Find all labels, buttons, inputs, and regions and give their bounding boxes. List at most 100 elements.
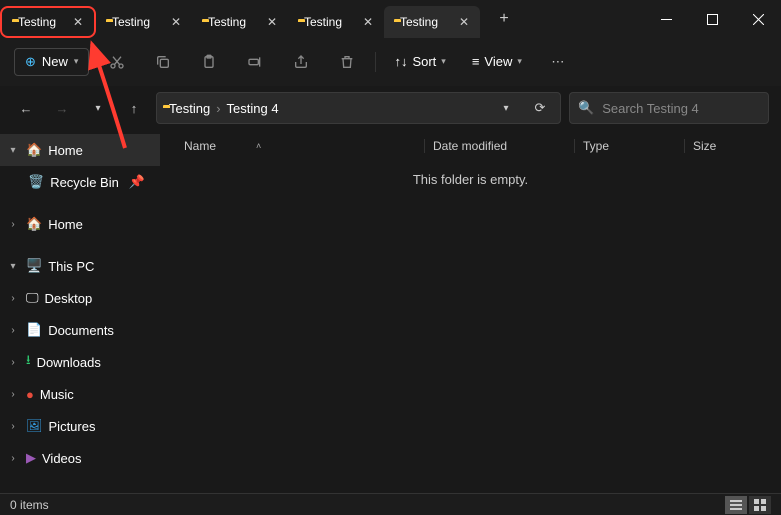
column-headers: Name ˄ Date modified Type Size — [160, 130, 781, 162]
sidebar-item-thispc[interactable]: ▾ 🖥️ This PC — [0, 250, 160, 282]
recycle-icon: 🗑️ — [28, 174, 44, 190]
sidebar-item-label: Home — [48, 143, 83, 158]
tab-5[interactable]: Testing ✕ — [384, 6, 480, 38]
empty-message: This folder is empty. — [160, 172, 781, 187]
col-size[interactable]: Size — [684, 139, 726, 153]
minimize-button[interactable] — [643, 3, 689, 35]
maximize-button[interactable] — [689, 3, 735, 35]
recent-button[interactable]: ▾ — [84, 94, 112, 122]
plus-icon: ⊕ — [25, 54, 36, 70]
address-dropdown[interactable]: ▾ — [492, 103, 520, 114]
sidebar-item-desktop[interactable]: › 🖵 Desktop — [0, 282, 160, 314]
tab-label: Testing — [400, 15, 450, 29]
view-label: View — [484, 54, 512, 69]
tab-label: Testing — [208, 15, 258, 29]
col-label: Size — [693, 139, 716, 153]
close-icon[interactable]: ✕ — [168, 14, 184, 30]
chevron-right-icon: › — [6, 453, 20, 464]
tab-4[interactable]: Testing ✕ — [288, 6, 384, 38]
sidebar-item-music[interactable]: › ● Music — [0, 378, 160, 410]
sidebar-item-pictures[interactable]: › 🖼 Pictures — [0, 410, 160, 442]
chevron-right-icon: › — [6, 325, 20, 336]
view-icon: ≡ — [472, 54, 480, 69]
home-icon: 🏠 — [26, 142, 42, 158]
toolbar: ⊕ New ▾ ↑↓ Sort ▾ ≡ View ▾ ⋯ — [0, 38, 781, 86]
sidebar-item-downloads[interactable]: › ⭳ Downloads — [0, 346, 160, 378]
forward-button[interactable]: → — [48, 94, 76, 122]
content-area: Name ˄ Date modified Type Size This fold… — [160, 130, 781, 493]
search-icon: 🔍 — [578, 100, 594, 116]
tab-strip: Testing ✕ Testing ✕ Testing ✕ Testing ✕ … — [0, 0, 643, 38]
sort-button[interactable]: ↑↓ Sort ▾ — [386, 49, 453, 74]
more-button[interactable]: ⋯ — [540, 44, 576, 80]
close-button[interactable] — [735, 3, 781, 35]
refresh-button[interactable]: ⟳ — [526, 100, 554, 116]
search-input[interactable]: 🔍 Search Testing 4 — [569, 92, 769, 124]
home-icon: 🏠 — [26, 216, 42, 232]
new-button[interactable]: ⊕ New ▾ — [14, 48, 89, 76]
status-bar: 0 items — [0, 493, 781, 515]
chevron-right-icon: › — [6, 219, 20, 230]
sidebar-item-recycle[interactable]: 🗑️ Recycle Bin 📌 — [0, 166, 160, 198]
address-bar[interactable]: Testing › Testing 4 ▾ ⟳ — [156, 92, 561, 124]
sidebar-item-label: This PC — [48, 259, 94, 274]
sidebar-item-label: Recycle Bin — [50, 175, 119, 190]
pc-icon: 🖥️ — [26, 258, 42, 274]
videos-icon: ▶ — [26, 450, 36, 466]
close-icon[interactable]: ✕ — [456, 14, 472, 30]
close-icon[interactable]: ✕ — [264, 14, 280, 30]
window-controls — [643, 3, 781, 35]
pictures-icon: 🖼 — [26, 418, 43, 434]
close-icon[interactable]: ✕ — [360, 14, 376, 30]
crumb-1[interactable]: Testing — [169, 101, 210, 116]
col-type[interactable]: Type — [574, 139, 684, 153]
tab-1[interactable]: Testing ✕ — [0, 6, 96, 38]
pin-icon: 📌 — [129, 174, 145, 190]
sidebar-item-documents[interactable]: › 📄 Documents — [0, 314, 160, 346]
delete-button[interactable] — [329, 44, 365, 80]
sidebar: ▾ 🏠 Home 🗑️ Recycle Bin 📌 › 🏠 Home ▾ 🖥️ … — [0, 130, 160, 493]
chevron-right-icon: › — [6, 357, 20, 368]
rename-button[interactable] — [237, 44, 273, 80]
chevron-down-icon: ▾ — [517, 56, 522, 67]
sidebar-item-label: Music — [40, 387, 74, 402]
view-button[interactable]: ≡ View ▾ — [464, 49, 530, 74]
chevron-right-icon: › — [6, 421, 20, 432]
share-button[interactable] — [283, 44, 319, 80]
col-name[interactable]: Name ˄ — [184, 139, 424, 153]
tab-3[interactable]: Testing ✕ — [192, 6, 288, 38]
details-view-button[interactable] — [725, 496, 747, 514]
new-label: New — [42, 54, 68, 69]
sidebar-item-home[interactable]: › 🏠 Home — [0, 208, 160, 240]
icons-view-button[interactable] — [749, 496, 771, 514]
tab-label: Testing — [18, 15, 64, 29]
close-icon[interactable]: ✕ — [70, 14, 86, 30]
breadcrumb: Testing › Testing 4 — [169, 101, 486, 116]
chevron-down-icon: ▾ — [74, 56, 79, 67]
tab-label: Testing — [112, 15, 162, 29]
copy-button[interactable] — [145, 44, 181, 80]
cut-button[interactable] — [99, 44, 135, 80]
sidebar-item-label: Downloads — [37, 355, 101, 370]
crumb-2[interactable]: Testing 4 — [227, 101, 279, 116]
up-button[interactable]: ↑ — [120, 94, 148, 122]
sidebar-item-home-quick[interactable]: ▾ 🏠 Home — [0, 134, 160, 166]
sidebar-item-videos[interactable]: › ▶ Videos — [0, 442, 160, 474]
main: ▾ 🏠 Home 🗑️ Recycle Bin 📌 › 🏠 Home ▾ 🖥️ … — [0, 130, 781, 493]
nav-row: ← → ▾ ↑ Testing › Testing 4 ▾ ⟳ 🔍 Search… — [0, 86, 781, 130]
col-date[interactable]: Date modified — [424, 139, 574, 153]
sidebar-item-label: Home — [48, 217, 83, 232]
back-button[interactable]: ← — [12, 94, 40, 122]
tab-2[interactable]: Testing ✕ — [96, 6, 192, 38]
sidebar-item-label: Pictures — [49, 419, 96, 434]
music-icon: ● — [26, 387, 34, 402]
chevron-down-icon: ▾ — [441, 56, 446, 67]
paste-button[interactable] — [191, 44, 227, 80]
sort-asc-icon: ˄ — [256, 141, 261, 151]
documents-icon: 📄 — [26, 322, 42, 338]
new-tab-button[interactable]: + — [488, 10, 520, 28]
chevron-right-icon: › — [6, 293, 20, 304]
status-text: 0 items — [10, 498, 49, 512]
sidebar-item-label: Videos — [42, 451, 82, 466]
desktop-icon: 🖵 — [26, 290, 39, 306]
